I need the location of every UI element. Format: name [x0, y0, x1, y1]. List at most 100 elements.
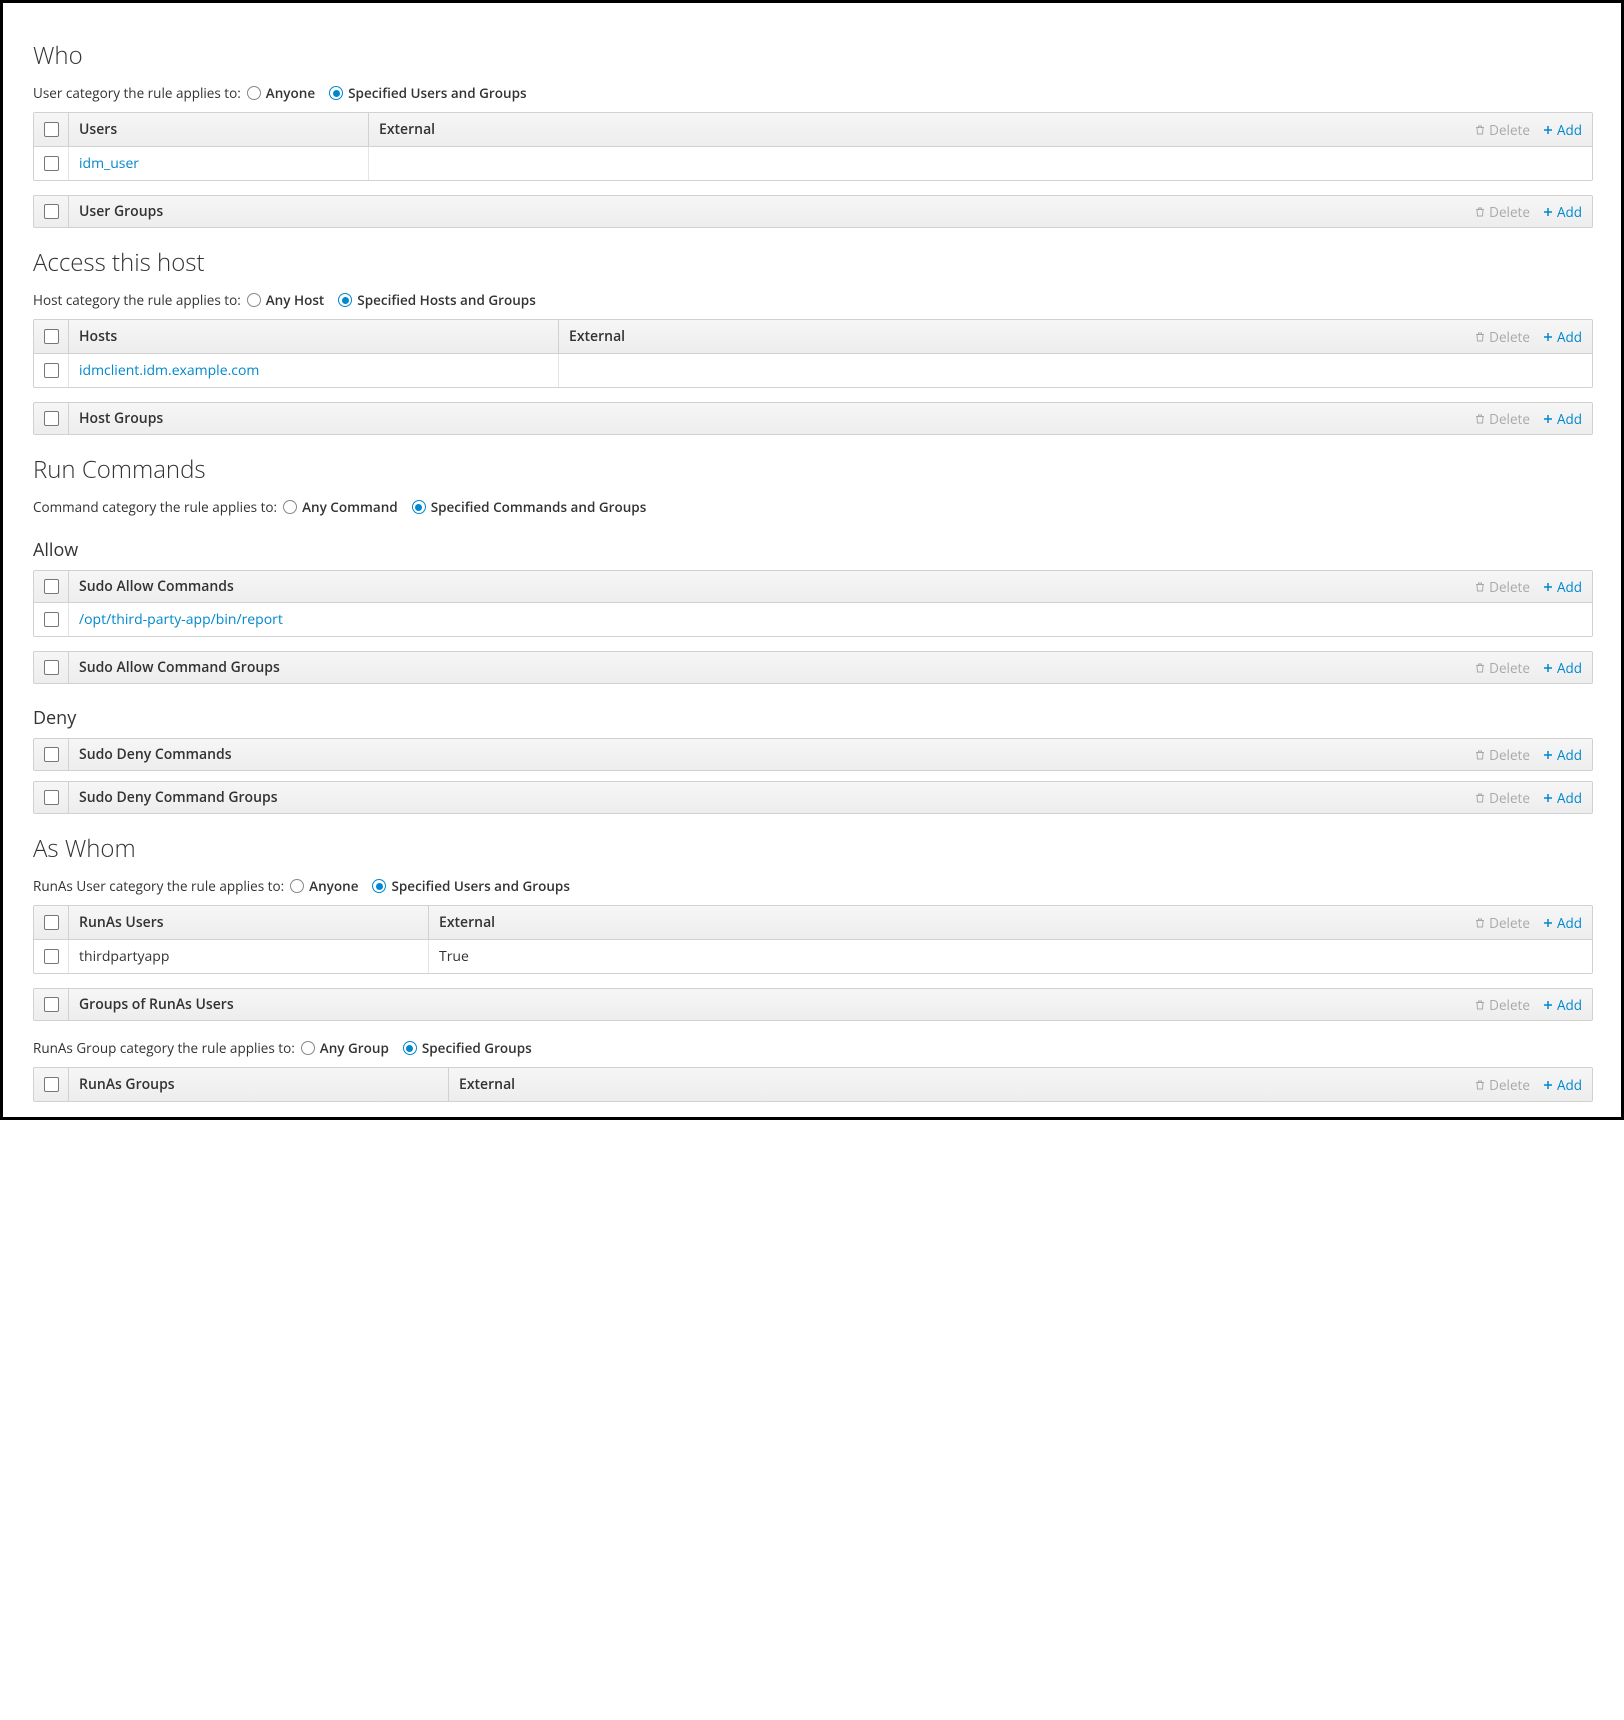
runas-users-external-header: External: [439, 913, 495, 932]
users-header: Users: [69, 113, 369, 146]
select-all-runas-users[interactable]: [34, 906, 69, 939]
select-all-user-groups[interactable]: [34, 196, 69, 227]
host-groups-delete[interactable]: Delete: [1474, 410, 1530, 428]
deny-subheading: Deny: [33, 706, 1591, 730]
cmd-link[interactable]: /opt/third-party-app/bin/report: [69, 603, 1592, 636]
runas-groups-add[interactable]: Add: [1542, 1076, 1582, 1094]
allow-cmd-groups-header: Sudo Allow Command Groups: [79, 658, 280, 677]
plus-icon: [1542, 999, 1554, 1011]
deny-cmds-table: Sudo Deny Commands Delete Add: [33, 738, 1593, 771]
radio-label: Any Host: [266, 291, 325, 309]
deny-cmd-groups-table: Sudo Deny Command Groups Delete Add: [33, 781, 1593, 814]
radio-run-any[interactable]: Any Command: [283, 498, 398, 516]
runas-users-header: RunAs Users: [69, 906, 429, 939]
hosts-add[interactable]: Add: [1542, 328, 1582, 346]
plus-icon: [1542, 124, 1554, 136]
radio-runas-group-specified[interactable]: Specified Groups: [403, 1039, 532, 1057]
radio-host-any[interactable]: Any Host: [247, 291, 325, 309]
select-all-deny-cmds[interactable]: [34, 739, 69, 770]
radio-label: Specified Users and Groups: [391, 877, 569, 895]
runas-group-category-label: RunAs Group category the rule applies to…: [33, 1039, 295, 1057]
plus-icon: [1542, 331, 1554, 343]
deny-cmds-header: Sudo Deny Commands: [79, 745, 232, 764]
groups-runas-users-header: Groups of RunAs Users: [79, 995, 234, 1014]
deny-cmds-delete[interactable]: Delete: [1474, 746, 1530, 764]
users-delete[interactable]: Delete: [1474, 121, 1530, 139]
runas-groups-external-header: External: [459, 1075, 515, 1094]
hosts-external-header: External: [569, 327, 625, 346]
row-checkbox[interactable]: [34, 147, 69, 180]
row-checkbox[interactable]: [34, 603, 69, 636]
radio-runas-user-specified[interactable]: Specified Users and Groups: [372, 877, 569, 895]
allow-cmd-groups-table: Sudo Allow Command Groups Delete Add: [33, 651, 1593, 684]
select-all-allow-cmd-groups[interactable]: [34, 652, 69, 683]
groups-of-runas-users-table: Groups of RunAs Users Delete Add: [33, 988, 1593, 1021]
plus-icon: [1542, 581, 1554, 593]
runas-groups-delete[interactable]: Delete: [1474, 1076, 1530, 1094]
radio-runas-user-any[interactable]: Anyone: [290, 877, 358, 895]
select-all-runas-groups[interactable]: [34, 1068, 69, 1101]
user-link[interactable]: idm_user: [69, 147, 369, 180]
trash-icon: [1474, 581, 1486, 593]
select-all-deny-cmd-groups[interactable]: [34, 782, 69, 813]
host-category-line: Host category the rule applies to: Any H…: [33, 291, 1591, 309]
trash-icon: [1474, 413, 1486, 425]
deny-cmd-groups-add[interactable]: Add: [1542, 789, 1582, 807]
select-all-groups-runas-users[interactable]: [34, 989, 69, 1020]
radio-icon: [247, 293, 261, 307]
allow-cmds-delete[interactable]: Delete: [1474, 578, 1530, 596]
trash-icon: [1474, 124, 1486, 136]
select-all-allow-cmds[interactable]: [34, 571, 69, 602]
radio-icon: [338, 293, 352, 307]
row-checkbox[interactable]: [34, 940, 69, 973]
plus-icon: [1542, 1079, 1554, 1091]
runas-user-name: thirdpartyapp: [69, 940, 429, 973]
trash-icon: [1474, 749, 1486, 761]
section-aswhom-heading: As Whom: [33, 832, 1591, 865]
users-add[interactable]: Add: [1542, 121, 1582, 139]
allow-cmd-groups-add[interactable]: Add: [1542, 659, 1582, 677]
radio-runas-group-any[interactable]: Any Group: [301, 1039, 389, 1057]
radio-host-specified[interactable]: Specified Hosts and Groups: [338, 291, 536, 309]
users-external-header: External: [379, 120, 435, 139]
user-groups-header: User Groups: [79, 202, 163, 221]
radio-who-anyone[interactable]: Anyone: [247, 84, 315, 102]
host-external: [559, 354, 1592, 387]
deny-cmd-groups-delete[interactable]: Delete: [1474, 789, 1530, 807]
run-category-line: Command category the rule applies to: An…: [33, 498, 1591, 516]
radio-label: Specified Users and Groups: [348, 84, 526, 102]
hosts-table: Hosts External Delete Add idmclient.idm.…: [33, 319, 1593, 388]
trash-icon: [1474, 662, 1486, 674]
radio-icon: [247, 86, 261, 100]
allow-cmd-groups-delete[interactable]: Delete: [1474, 659, 1530, 677]
section-hosts-heading: Access this host: [33, 246, 1591, 279]
host-link[interactable]: idmclient.idm.example.com: [69, 354, 559, 387]
user-groups-add[interactable]: Add: [1542, 203, 1582, 221]
deny-cmds-add[interactable]: Add: [1542, 746, 1582, 764]
row-checkbox[interactable]: [34, 354, 69, 387]
radio-run-specified[interactable]: Specified Commands and Groups: [412, 498, 647, 516]
hosts-delete[interactable]: Delete: [1474, 328, 1530, 346]
trash-icon: [1474, 792, 1486, 804]
radio-icon: [372, 879, 386, 893]
runas-groups-header: RunAs Groups: [69, 1068, 449, 1101]
select-all-users[interactable]: [34, 113, 69, 146]
radio-who-specified[interactable]: Specified Users and Groups: [329, 84, 526, 102]
select-all-hosts[interactable]: [34, 320, 69, 353]
host-groups-add[interactable]: Add: [1542, 410, 1582, 428]
users-table: Users External Delete Add idm_user: [33, 112, 1593, 181]
groups-runas-users-add[interactable]: Add: [1542, 996, 1582, 1014]
groups-runas-users-delete[interactable]: Delete: [1474, 996, 1530, 1014]
user-groups-delete[interactable]: Delete: [1474, 203, 1530, 221]
runas-users-add[interactable]: Add: [1542, 914, 1582, 932]
plus-icon: [1542, 792, 1554, 804]
who-category-line: User category the rule applies to: Anyon…: [33, 84, 1591, 102]
table-row: idm_user: [34, 147, 1592, 180]
select-all-host-groups[interactable]: [34, 403, 69, 434]
trash-icon: [1474, 917, 1486, 929]
radio-label: Any Command: [302, 498, 398, 516]
radio-label: Any Group: [320, 1039, 389, 1057]
allow-cmds-add[interactable]: Add: [1542, 578, 1582, 596]
runas-users-delete[interactable]: Delete: [1474, 914, 1530, 932]
allow-cmds-table: Sudo Allow Commands Delete Add /opt/thir…: [33, 570, 1593, 637]
